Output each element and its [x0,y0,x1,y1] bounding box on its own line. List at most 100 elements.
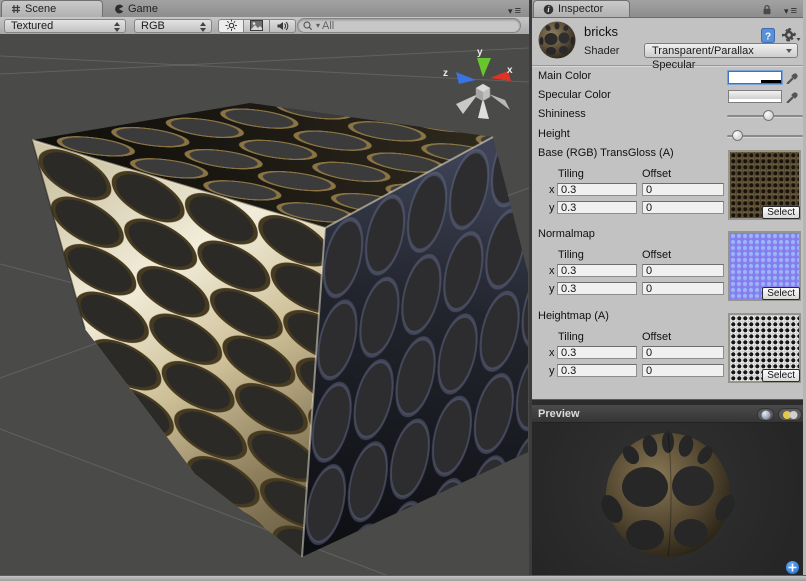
image-icon [250,20,263,31]
base-tiling-y-input[interactable] [557,201,637,214]
scene-toolbar: Textured RGB ▾ All [0,17,529,35]
heightmap-select-button[interactable]: Select [762,369,800,382]
normalmap-select-button[interactable]: Select [762,287,800,300]
speaker-icon [276,20,289,32]
specular-color-swatch[interactable] [728,90,782,103]
gizmo-z-label: z [443,68,448,79]
specular-color-label: Specular Color [538,89,611,101]
heightmap-section: Heightmap (A) Tiling Offset x y Select [532,310,803,388]
shininess-slider[interactable] [727,115,803,118]
tiling-header: Tiling [558,168,584,180]
gizmo-y-label: y [477,47,483,58]
normalmap-thumbnail[interactable]: Select [728,231,801,301]
two-lights-icon [781,410,799,420]
gizmo-y-axis-cone[interactable] [477,58,491,77]
eyedropper-icon[interactable] [785,89,799,103]
base-offset-x-input[interactable] [642,183,724,196]
heightmap-thumbnail[interactable]: Select [728,313,801,383]
tab-inspector-label: Inspector [558,3,603,15]
scene-tabbar: Scene Game ▾≡ [0,0,529,18]
cube-object[interactable] [32,103,528,557]
main-color-swatch[interactable] [728,71,782,84]
heightmap-tiling-y-input[interactable] [557,364,637,377]
search-icon [302,20,314,32]
skybox-fx-toggle-button[interactable] [244,19,270,33]
inspector-panel: i Inspector ▾≡ [532,0,803,575]
gear-icon[interactable] [782,28,801,43]
y-axis-label: y [549,283,555,295]
x-axis-label: x [549,184,555,196]
gizmo-z-axis-cone[interactable] [456,72,476,84]
heightmap-offset-x-input[interactable] [642,346,724,359]
normalmap-tiling-x-input[interactable] [557,264,637,277]
shader-dropdown[interactable]: Transparent/Parallax Specular [644,43,798,58]
main-color-row: Main Color [532,69,803,86]
base-offset-y-input[interactable] [642,201,724,214]
height-slider-handle[interactable] [732,130,743,141]
search-scope-arrow-icon: ▾ [316,21,320,30]
offset-header: Offset [642,331,671,343]
base-texture-thumbnail[interactable]: Select [728,150,801,220]
heightmap-title: Heightmap (A) [538,310,609,322]
channel-mode-value: RGB [141,20,165,32]
scene-viewport[interactable]: y z x [0,34,529,575]
plus-icon [788,563,797,572]
scene-search-field[interactable]: ▾ All [297,18,521,33]
specular-color-alpha-bar [729,99,781,102]
channel-mode-dropdown[interactable]: RGB [134,19,212,33]
game-icon [114,4,124,14]
lock-icon[interactable] [761,4,773,15]
info-icon: i [543,4,554,15]
y-axis-label: y [549,202,555,214]
add-preview-button[interactable] [786,561,799,574]
tab-scene[interactable]: Scene [1,0,103,17]
normalmap-section: Normalmap Tiling Offset x y Select [532,228,803,306]
heightmap-tiling-x-input[interactable] [557,346,637,359]
lighting-toggle-button[interactable] [218,19,244,33]
preview-model-button[interactable] [757,408,774,421]
tiling-header: Tiling [558,331,584,343]
chevron-down-icon [786,49,792,53]
preview-lighting-button[interactable] [778,408,802,421]
shininess-slider-handle[interactable] [763,110,774,121]
scene-panel-menu-icon[interactable]: ▾≡ [508,6,521,17]
eyedropper-icon[interactable] [785,70,799,84]
normalmap-title: Normalmap [538,228,595,240]
tab-inspector[interactable]: i Inspector [533,0,630,17]
scene-toggle-group [218,19,296,33]
base-select-button[interactable]: Select [762,206,800,219]
height-row: Height [532,127,803,144]
tab-game[interactable]: Game [105,0,195,17]
normalmap-offset-x-input[interactable] [642,264,724,277]
base-tiling-x-input[interactable] [557,183,637,196]
material-header: bricks Shader Transparent/Parallax Specu… [532,17,803,66]
material-name: bricks [584,24,618,39]
scene-gizmo[interactable]: y z x [443,47,513,119]
shader-dropdown-value: Transparent/Parallax Specular [652,45,754,71]
normalmap-tiling-y-input[interactable] [557,282,637,295]
window-frame-bottom [0,575,806,581]
dropdown-arrows-icon [114,22,121,32]
main-color-label: Main Color [538,70,591,82]
scene-panel: Scene Game ▾≡ Textured RGB [0,0,529,575]
svg-text:?: ? [765,32,771,43]
heightmap-offset-y-input[interactable] [642,364,724,377]
height-slider[interactable] [727,135,803,138]
help-icon[interactable]: ? [760,27,776,44]
audio-toggle-button[interactable] [270,19,296,33]
gizmo-cone-gray [456,94,478,114]
height-label: Height [538,128,570,140]
gizmo-cone-gray [489,94,510,110]
preview-header[interactable]: Preview [532,405,803,423]
sun-icon [225,19,238,32]
render-mode-dropdown[interactable]: Textured [4,19,126,33]
preview-title: Preview [538,408,580,420]
search-scope-label: All [322,20,334,32]
gizmo-x-label: x [507,65,513,76]
preview-area[interactable] [532,423,803,575]
normalmap-offset-y-input[interactable] [642,282,724,295]
tab-scene-label: Scene [25,3,56,15]
render-mode-value: Textured [11,20,53,32]
inspector-panel-menu-icon[interactable]: ▾≡ [784,6,797,17]
x-axis-label: x [549,265,555,277]
